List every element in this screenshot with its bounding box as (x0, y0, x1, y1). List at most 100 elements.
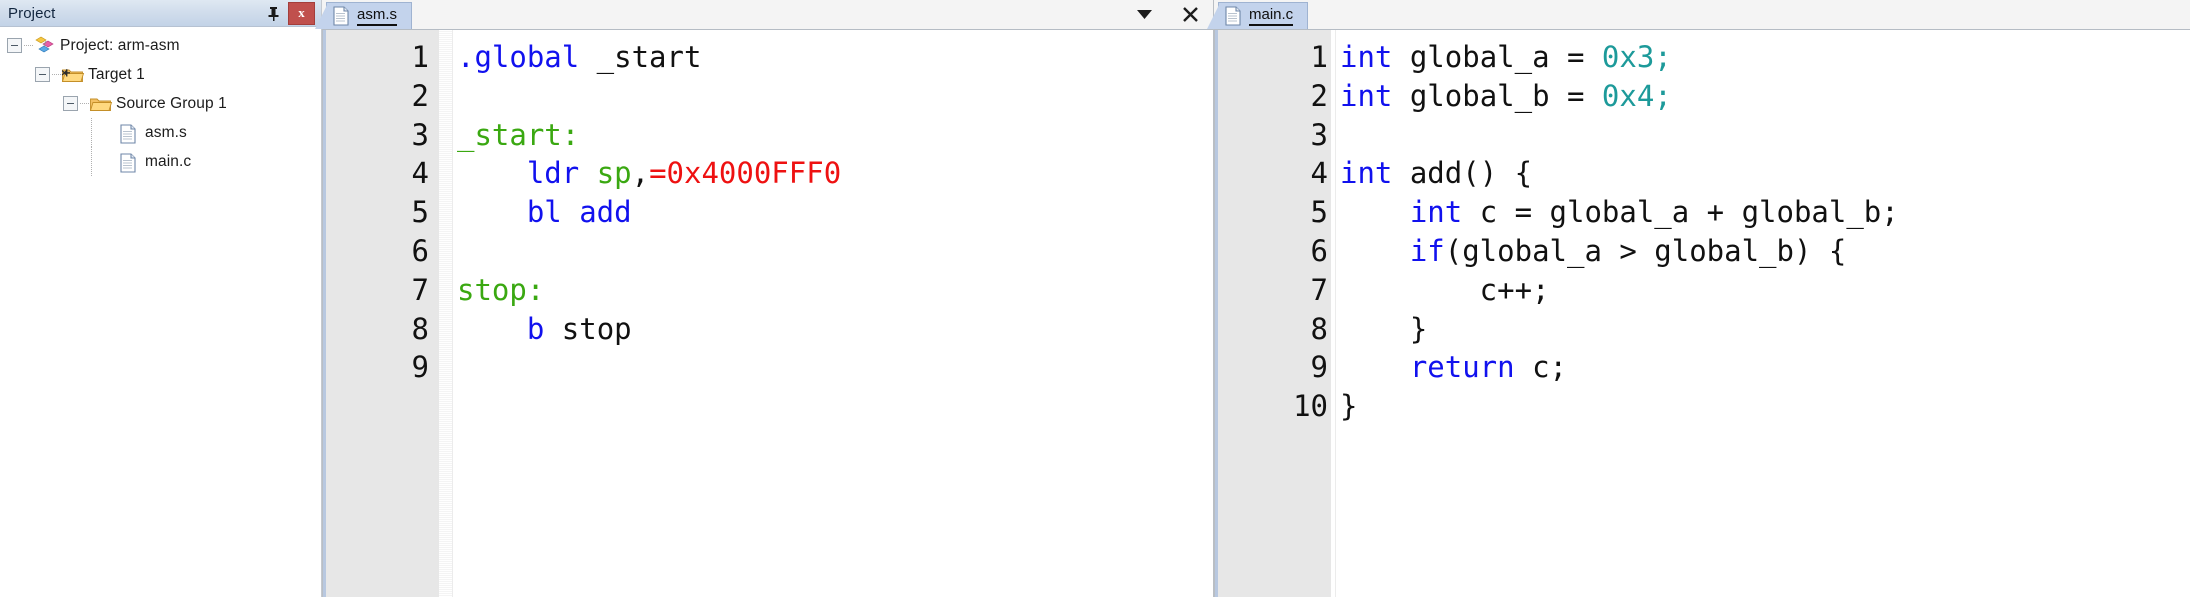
code-token: (global_a > global_b) { (1444, 233, 1847, 268)
c-code-text[interactable]: int global_a = 0x3; int global_b = 0x4; i… (1336, 30, 2190, 597)
code-token: b (526, 311, 545, 346)
c-line-numbers: 1 2 3 4 5 6 7 8 9 10 (1218, 30, 1331, 597)
tree-item-label: Project: arm-asm (60, 36, 180, 54)
code-token: int (1409, 195, 1463, 230)
line-number: 9 (1310, 350, 1328, 385)
asm-fold-margin (439, 30, 453, 597)
file-icon (118, 152, 140, 173)
line-number: 5 (411, 195, 429, 230)
code-line[interactable]: int add() { (1340, 154, 2190, 193)
tree-connector (52, 73, 61, 76)
code-line[interactable]: bl add (457, 193, 1213, 232)
tab-label: asm.s (357, 6, 398, 27)
tab-asm-s[interactable]: asm.s (314, 2, 413, 29)
ide-window: Project x Project: arm-asm Target 1 Sour… (0, 0, 2190, 597)
code-line[interactable] (457, 232, 1213, 271)
code-token: stop (544, 311, 632, 346)
close-icon[interactable] (1179, 3, 1201, 25)
code-token: global_b = (1392, 78, 1602, 113)
line-number: 6 (1310, 233, 1328, 268)
code-token: =0x4000FFF0 (649, 156, 842, 191)
code-line[interactable] (457, 77, 1213, 116)
expander-minus-icon[interactable] (35, 67, 50, 82)
code-line[interactable]: } (1340, 310, 2190, 349)
line-number: 7 (1310, 272, 1328, 307)
tree-item-label: Source Group 1 (116, 94, 227, 112)
asm-code-text[interactable]: .global _start _start: ldr sp,=0x4000FFF… (453, 30, 1213, 597)
expander-minus-icon[interactable] (63, 96, 78, 111)
code-line[interactable]: return c; (1340, 348, 2190, 387)
line-number: 7 (411, 272, 429, 307)
code-token: int (1340, 156, 1393, 191)
chevron-down-icon[interactable] (1133, 3, 1155, 25)
tree-item-target[interactable]: Target 1 (0, 60, 321, 89)
tab-main-c[interactable]: main.c (1206, 2, 1309, 29)
file-icon (331, 5, 351, 27)
code-token: c++; (1340, 272, 1550, 307)
code-token: c; (1514, 350, 1567, 385)
tree-item-asm-s[interactable]: asm.s (0, 118, 321, 147)
code-line[interactable]: int global_a = 0x3; (1340, 38, 2190, 77)
code-token: return (1409, 350, 1515, 385)
code-token: add() { (1392, 156, 1533, 191)
project-panel-close-button[interactable]: x (288, 1, 315, 25)
code-line[interactable]: if(global_a > global_b) { (1340, 232, 2190, 271)
asm-code-area[interactable]: 1 2 3 4 56 7 8 9 .global _start _start: ldr sp,… (322, 30, 1213, 597)
code-token: stop: (457, 272, 545, 307)
project-icon (33, 36, 55, 56)
project-panel: Project x Project: arm-asm Target 1 Sour… (0, 0, 322, 597)
editor-area: asm.s 123456789 .global _start _start: l… (314, 0, 2190, 597)
tab-label: main.c (1249, 6, 1294, 27)
line-number: 9 (411, 350, 429, 385)
asm-line-numbers: 1 2 3 4 56 7 8 9 (326, 30, 439, 597)
c-editor-pane: main.c 1 2 3 4 5 6 7 8 9 10 int global_a = 0x3; in… (1206, 0, 2190, 597)
project-panel-title: Project (8, 4, 56, 22)
c-code-area[interactable]: 1 2 3 4 5 6 7 8 9 10 int global_a = 0x3; int globa… (1214, 30, 2190, 597)
tree-connector (91, 118, 118, 147)
c-tabstrip: main.c (1206, 0, 2190, 30)
code-line[interactable]: .global _start (457, 38, 1213, 77)
folder-icon (89, 94, 113, 114)
code-line[interactable]: ldr sp,=0x4000FFF0 (457, 154, 1213, 193)
code-line[interactable]: b stop (457, 310, 1213, 349)
line-number: 8 (1310, 311, 1328, 346)
code-token: int (1340, 78, 1393, 113)
line-number: 4 (411, 156, 429, 191)
code-line[interactable]: int c = global_a + global_b; (1340, 193, 2190, 232)
tree-item-label: main.c (145, 152, 192, 170)
project-tree: Project: arm-asm Target 1 Source Group 1… (0, 27, 321, 597)
tree-item-source-group[interactable]: Source Group 1 (0, 89, 321, 118)
code-line[interactable]: c++; (1340, 271, 2190, 310)
expander-minus-icon[interactable] (7, 38, 22, 53)
line-number: 8 (411, 311, 429, 346)
line-number: 3 (1310, 117, 1328, 152)
tree-item-project[interactable]: Project: arm-asm (0, 31, 321, 60)
file-icon (118, 123, 140, 144)
code-line[interactable] (457, 348, 1213, 387)
tree-item-main-c[interactable]: main.c (0, 147, 321, 176)
line-number: 3 (411, 117, 429, 152)
project-panel-header: Project x (0, 0, 321, 27)
code-line[interactable] (1340, 116, 2190, 155)
tree-item-label: Target 1 (88, 65, 145, 83)
code-token: _start: (457, 117, 580, 152)
code-token: 0x3; (1601, 40, 1672, 74)
line-number: 6 (411, 233, 429, 268)
pin-icon[interactable] (262, 3, 284, 23)
code-token: int (1340, 40, 1393, 74)
code-line[interactable]: int global_b = 0x4; (1340, 77, 2190, 116)
tree-connector (24, 44, 33, 47)
code-token: ldr (526, 156, 580, 191)
line-number: 1 (1310, 40, 1328, 74)
code-token: bl add (526, 195, 632, 230)
code-line[interactable]: _start: (457, 116, 1213, 155)
asm-tabstrip: asm.s (314, 0, 1213, 30)
tree-connector (91, 147, 118, 176)
code-line[interactable]: stop: (457, 271, 1213, 310)
code-line[interactable]: } (1340, 387, 2190, 426)
